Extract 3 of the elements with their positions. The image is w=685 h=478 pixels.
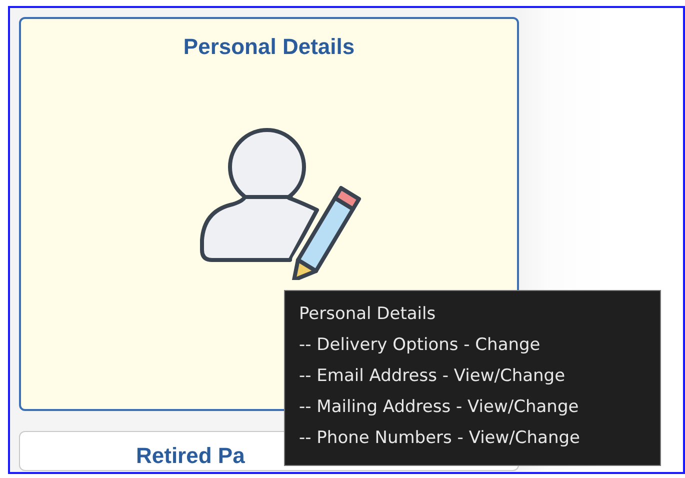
tile-title: Personal Details: [183, 34, 355, 60]
tooltip-title: Personal Details: [299, 303, 437, 326]
tile-title: Retired Pa: [136, 443, 245, 469]
